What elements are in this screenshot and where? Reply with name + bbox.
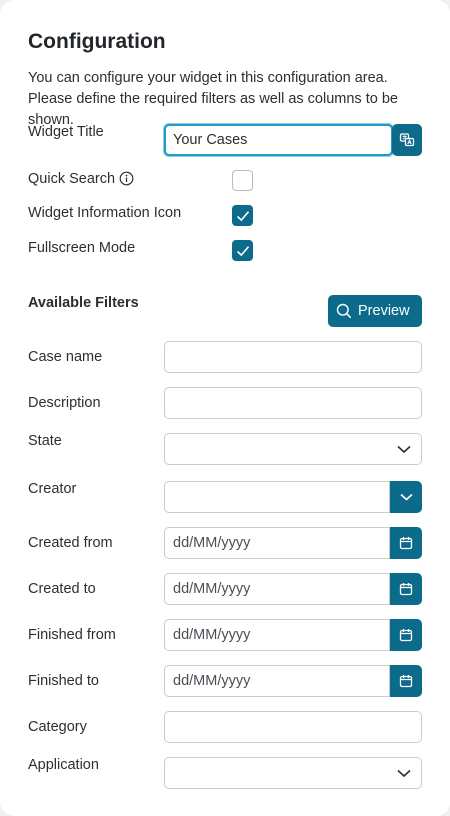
calendar-icon: [399, 537, 413, 550]
chevron-down-icon: [397, 445, 411, 454]
widget-title-value: Your Cases: [173, 132, 248, 148]
preview-button-label: Preview: [358, 303, 410, 319]
fullscreen-mode-label: Fullscreen Mode: [28, 240, 136, 256]
creator-input[interactable]: [164, 481, 390, 513]
created-to-label: Created to: [28, 581, 96, 597]
application-select[interactable]: [164, 757, 422, 789]
widget-info-icon-label: Widget Information Icon: [28, 205, 182, 221]
fullscreen-mode-checkbox[interactable]: [232, 240, 253, 261]
check-icon: [236, 210, 249, 221]
calendar-icon: [399, 629, 413, 642]
created-to-calendar-button[interactable]: [390, 573, 422, 605]
widget-title-input[interactable]: Your Cases: [164, 124, 393, 156]
widget-title-label: Widget Title: [28, 124, 104, 140]
description-input[interactable]: [164, 387, 422, 419]
category-label: Category: [28, 719, 87, 735]
created-from-input[interactable]: dd/MM/yyyy: [164, 527, 390, 559]
finished-from-calendar-button[interactable]: [390, 619, 422, 651]
finished-from-label: Finished from: [28, 627, 116, 643]
quick-search-label: Quick Search: [28, 171, 134, 187]
finished-from-placeholder: dd/MM/yyyy: [173, 627, 251, 643]
finished-to-calendar-button[interactable]: [390, 665, 422, 697]
created-to-input[interactable]: dd/MM/yyyy: [164, 573, 390, 605]
created-from-label: Created from: [28, 535, 113, 551]
state-select[interactable]: [164, 433, 422, 465]
created-from-placeholder: dd/MM/yyyy: [173, 535, 251, 551]
finished-to-placeholder: dd/MM/yyyy: [173, 673, 251, 689]
calendar-icon: [399, 675, 413, 688]
info-icon[interactable]: [119, 171, 134, 186]
case-name-input[interactable]: [164, 341, 422, 373]
case-name-label: Case name: [28, 349, 103, 365]
category-input[interactable]: [164, 711, 422, 743]
translate-button[interactable]: [392, 124, 422, 156]
page-description: You can configure your widget in this co…: [28, 70, 398, 128]
application-label: Application: [28, 757, 99, 773]
finished-to-label: Finished to: [28, 673, 99, 689]
translate-icon: [399, 133, 415, 147]
chevron-down-icon: [397, 769, 411, 778]
available-filters-heading: Available Filters: [28, 295, 139, 311]
created-to-placeholder: dd/MM/yyyy: [173, 581, 251, 597]
creator-dropdown-button[interactable]: [390, 481, 422, 513]
state-label: State: [28, 433, 62, 449]
quick-search-label-text: Quick Search: [28, 171, 116, 187]
created-from-calendar-button[interactable]: [390, 527, 422, 559]
chevron-down-icon: [399, 493, 413, 501]
calendar-icon: [399, 583, 413, 596]
configuration-panel: Configuration You can configure your wid…: [0, 0, 450, 816]
finished-to-input[interactable]: dd/MM/yyyy: [164, 665, 390, 697]
widget-info-icon-checkbox[interactable]: [232, 205, 253, 226]
search-icon: [336, 303, 352, 319]
finished-from-input[interactable]: dd/MM/yyyy: [164, 619, 390, 651]
description-label: Description: [28, 395, 101, 411]
quick-search-checkbox[interactable]: [232, 170, 253, 191]
creator-label: Creator: [28, 481, 77, 497]
check-icon: [236, 245, 249, 256]
page-title: Configuration: [28, 30, 166, 53]
preview-button[interactable]: Preview: [328, 295, 422, 327]
